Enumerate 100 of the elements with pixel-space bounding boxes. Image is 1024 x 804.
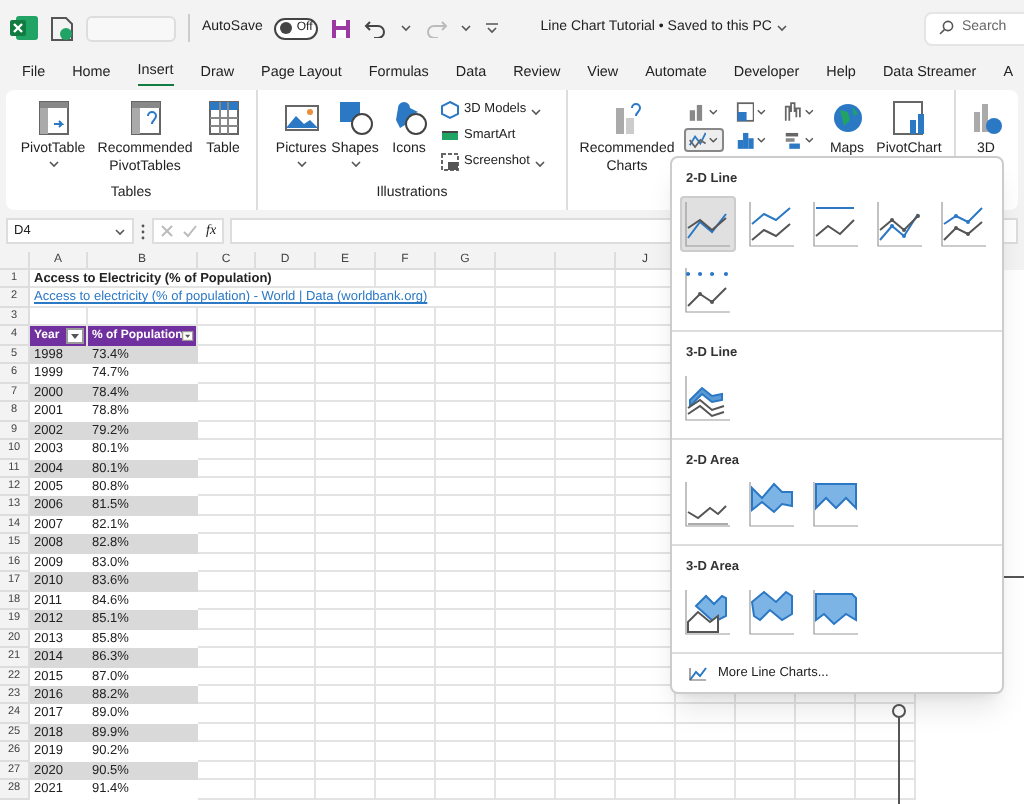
sheet-cell[interactable] bbox=[736, 742, 796, 762]
chart-type-option[interactable] bbox=[744, 584, 800, 640]
sheet-cell[interactable] bbox=[376, 553, 436, 573]
sheet-cell[interactable] bbox=[376, 685, 436, 705]
sheet-cell[interactable] bbox=[496, 591, 556, 611]
sheet-cell[interactable] bbox=[316, 780, 376, 800]
sheet-cell[interactable] bbox=[376, 610, 436, 630]
sheet-cell[interactable] bbox=[556, 742, 616, 762]
sheet-cell[interactable] bbox=[376, 459, 436, 478]
sheet-cell[interactable] bbox=[496, 383, 556, 403]
sheet-cell[interactable] bbox=[256, 610, 316, 630]
sheet-cell[interactable] bbox=[256, 648, 316, 668]
sheet-cell[interactable] bbox=[436, 440, 496, 460]
sheet-cell[interactable] bbox=[796, 742, 856, 762]
sheet-cell[interactable] bbox=[676, 761, 736, 781]
sheet-cell[interactable] bbox=[436, 742, 496, 762]
sheet-cell[interactable] bbox=[556, 364, 616, 384]
sheet-cell[interactable] bbox=[436, 610, 496, 630]
sheet-cell[interactable] bbox=[556, 629, 616, 649]
sheet-cell[interactable] bbox=[316, 383, 376, 403]
sheet-cell[interactable] bbox=[256, 459, 316, 478]
sheet-cell[interactable] bbox=[556, 572, 616, 592]
sheet-cell[interactable] bbox=[198, 667, 256, 686]
sheet-cell[interactable] bbox=[496, 326, 556, 346]
sheet-cell[interactable] bbox=[316, 440, 376, 460]
sheet-cell[interactable] bbox=[436, 364, 496, 384]
sheet-cell[interactable] bbox=[436, 685, 496, 705]
sheet-cell[interactable] bbox=[436, 553, 496, 573]
sheet-cell[interactable] bbox=[376, 496, 436, 516]
sheet-cell[interactable] bbox=[256, 402, 316, 422]
sheet-cell[interactable] bbox=[556, 515, 616, 535]
sheet-cell[interactable] bbox=[316, 402, 376, 422]
sheet-cell[interactable] bbox=[198, 345, 256, 365]
sheet-cell[interactable] bbox=[436, 629, 496, 649]
sheet-cell[interactable] bbox=[376, 477, 436, 497]
sheet-cell[interactable] bbox=[556, 270, 616, 289]
sheet-cell[interactable] bbox=[198, 383, 256, 403]
sheet-cell[interactable] bbox=[198, 761, 256, 781]
sheet-cell[interactable] bbox=[496, 459, 556, 478]
sheet-cell[interactable] bbox=[316, 723, 376, 743]
sheet-cell[interactable] bbox=[316, 572, 376, 592]
sheet-cell[interactable] bbox=[316, 610, 376, 630]
sheet-cell[interactable] bbox=[198, 610, 256, 630]
sheet-cell[interactable] bbox=[316, 742, 376, 762]
sheet-cell[interactable] bbox=[676, 780, 736, 800]
sheet-cell[interactable] bbox=[556, 459, 616, 478]
sheet-cell[interactable] bbox=[496, 704, 556, 724]
sheet-cell[interactable] bbox=[496, 572, 556, 592]
sheet-cell[interactable] bbox=[436, 591, 496, 611]
sheet-cell[interactable] bbox=[256, 534, 316, 554]
column-header[interactable] bbox=[556, 252, 616, 270]
sheet-cell[interactable] bbox=[198, 591, 256, 611]
sheet-cell[interactable] bbox=[556, 383, 616, 403]
sheet-cell[interactable] bbox=[256, 364, 316, 384]
sheet-cell[interactable] bbox=[436, 459, 496, 478]
search-field[interactable] bbox=[86, 15, 176, 41]
sheet-cell[interactable] bbox=[556, 477, 616, 497]
chart-type-option[interactable] bbox=[808, 476, 864, 533]
sheet-cell[interactable] bbox=[376, 515, 436, 535]
chart-type-button[interactable] bbox=[683, 128, 723, 152]
sheet-cell[interactable] bbox=[556, 421, 616, 441]
sheet-cell[interactable] bbox=[256, 723, 316, 743]
sheet-cell[interactable] bbox=[556, 704, 616, 724]
sheet-cell[interactable] bbox=[376, 572, 436, 592]
sheet-cell[interactable] bbox=[496, 496, 556, 516]
sheet-cell[interactable] bbox=[256, 383, 316, 403]
sheet-cell[interactable] bbox=[496, 345, 556, 365]
sheet-cell[interactable] bbox=[198, 307, 256, 327]
sheet-cell[interactable] bbox=[496, 270, 556, 289]
sheet-cell[interactable] bbox=[256, 477, 316, 497]
sheet-cell[interactable] bbox=[616, 742, 676, 762]
sheet-cell[interactable] bbox=[556, 761, 616, 781]
sheet-cell[interactable] bbox=[376, 307, 436, 327]
sheet-cell[interactable] bbox=[256, 515, 316, 535]
sheet-cell[interactable] bbox=[556, 307, 616, 327]
sheet-cell[interactable] bbox=[198, 742, 256, 762]
sheet-cell[interactable] bbox=[376, 383, 436, 403]
column-header[interactable] bbox=[496, 252, 556, 270]
sheet-cell[interactable] bbox=[198, 780, 256, 800]
sheet-cell[interactable] bbox=[436, 270, 496, 289]
sheet-cell[interactable] bbox=[436, 648, 496, 668]
sheet-cell[interactable] bbox=[496, 402, 556, 422]
sheet-cell[interactable] bbox=[676, 704, 736, 724]
chart-type-option[interactable] bbox=[808, 584, 864, 640]
sheet-cell[interactable] bbox=[376, 629, 436, 649]
sheet-cell[interactable] bbox=[256, 440, 316, 460]
sheet-cell[interactable] bbox=[736, 780, 796, 800]
sheet-cell[interactable] bbox=[556, 610, 616, 630]
sheet-cell[interactable] bbox=[436, 572, 496, 592]
sheet-cell[interactable] bbox=[616, 761, 676, 781]
sheet-cell[interactable] bbox=[376, 648, 436, 668]
sheet-cell[interactable] bbox=[198, 496, 256, 516]
sheet-cell[interactable] bbox=[496, 742, 556, 762]
sheet-cell[interactable] bbox=[436, 345, 496, 365]
sheet-cell[interactable] bbox=[376, 591, 436, 611]
sheet-cell[interactable] bbox=[376, 364, 436, 384]
sheet-cell[interactable] bbox=[436, 326, 496, 346]
sheet-cell[interactable] bbox=[256, 667, 316, 686]
sheet-cell[interactable] bbox=[496, 421, 556, 441]
sheet-cell[interactable] bbox=[256, 307, 316, 327]
